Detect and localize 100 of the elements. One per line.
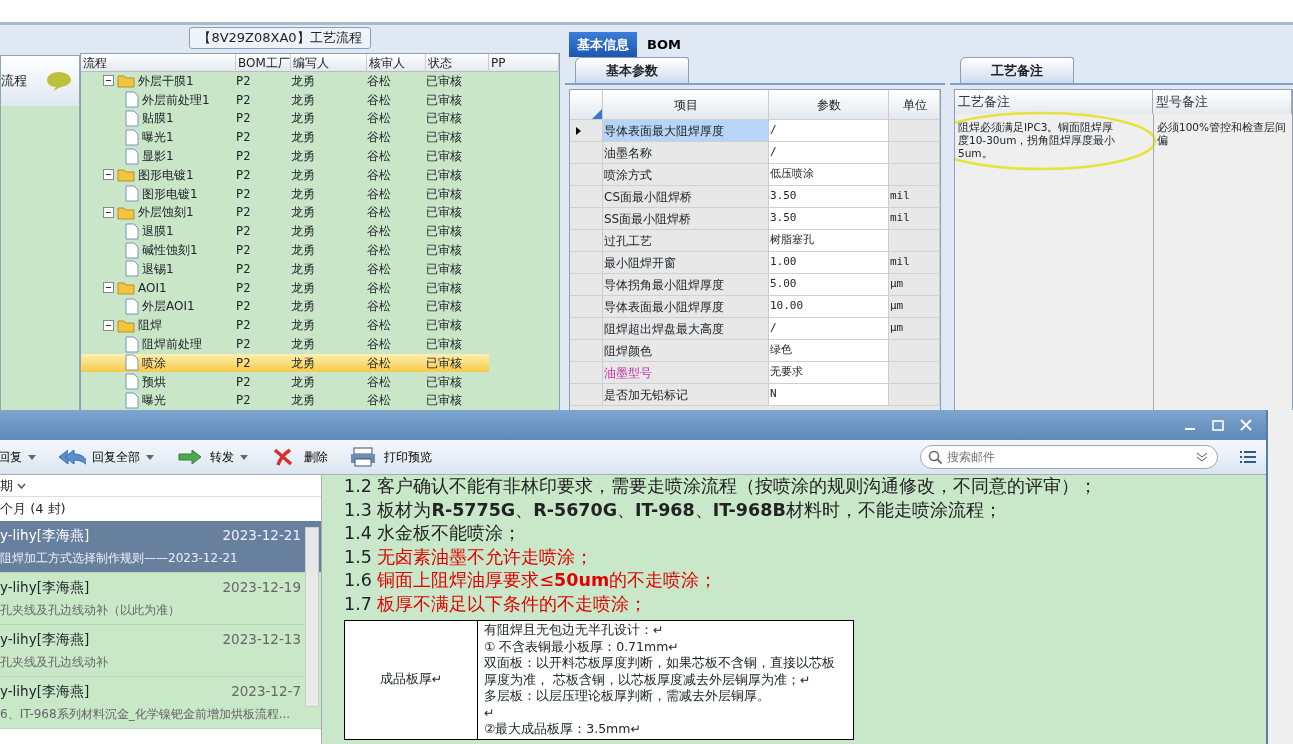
tree-item-label[interactable]: AOI1 bbox=[138, 278, 167, 297]
tree-item-label[interactable]: 喷涂 bbox=[142, 353, 166, 372]
table-cell-text: 龙勇 bbox=[291, 392, 316, 410]
message-item[interactable]: y-lihy[李海燕] 2023-12-21 阻焊加工方式选择制作规则——2023-12-21 bbox=[0, 521, 321, 573]
collapse-icon[interactable] bbox=[103, 206, 114, 218]
message-subject: 孔夹线及孔边线动补（以此为准） bbox=[0, 602, 181, 620]
tree-item-label[interactable]: 曝光1 bbox=[142, 128, 174, 147]
tree-item-label[interactable]: 外层蚀刻1 bbox=[138, 203, 194, 222]
message-date: 2023-12-19 bbox=[222, 578, 301, 597]
table-cell-text: P2 bbox=[236, 392, 252, 410]
table-cell-text: 谷松 bbox=[367, 298, 392, 316]
table-cell-text: P2 bbox=[236, 242, 252, 260]
chevron-down-icon[interactable] bbox=[17, 482, 26, 489]
table-cell-text: 有阻焊且无包边无半孔设计：↵ bbox=[484, 622, 665, 639]
table-cell: / bbox=[769, 120, 889, 141]
document-icon bbox=[125, 185, 139, 203]
table-cell: 谷松 bbox=[367, 353, 426, 372]
search-field[interactable]: 搜索邮件 bbox=[920, 445, 1218, 469]
message-date: 2023-12-13 bbox=[222, 630, 301, 649]
table-cell-text: 龙勇 bbox=[291, 185, 316, 203]
toolbar-button[interactable]: 回复全部 bbox=[58, 446, 154, 468]
column-header: 核审人 bbox=[367, 53, 426, 72]
tree-item-label[interactable]: 曝光 bbox=[142, 391, 166, 410]
body-text: 1.4 水金板不能喷涂； bbox=[344, 522, 523, 545]
toolbar-button[interactable]: 打印预览 bbox=[350, 446, 432, 468]
table-cell-text: 谷松 bbox=[367, 129, 392, 147]
table-cell: 导体表面最大阻焊厚度 bbox=[603, 120, 769, 141]
message-subject: 阻焊加工方式选择制作规则——2023-12-21 bbox=[0, 550, 239, 568]
tree-item-label[interactable]: 图形电镀1 bbox=[142, 184, 198, 203]
arrow-right-icon bbox=[176, 446, 204, 468]
table-cell-text: 已审核 bbox=[426, 373, 463, 391]
table-cell-text: 已审核 bbox=[426, 185, 463, 203]
body-text: 1.3 板材为R-5775G、R-5670G、IT-968、IT-968B材料时，不能走喷涂流程； bbox=[344, 498, 1003, 522]
body-text: 1.2 客户确认不能有非林印要求，需要走喷涂流程（按喷涂的规则沟通修改，不同意的评审）； bbox=[344, 475, 1099, 498]
table-cell-text: P2 bbox=[236, 91, 252, 109]
tab[interactable]: 工艺备注 bbox=[960, 56, 1074, 83]
table-cell: 龙勇 bbox=[291, 353, 367, 372]
table-cell-text: 谷松 bbox=[367, 185, 392, 203]
table-cell-text: 龙勇 bbox=[291, 166, 316, 184]
collapse-icon[interactable] bbox=[103, 75, 114, 87]
tab[interactable]: 基本信息 bbox=[569, 31, 637, 57]
chevron-down-icon[interactable] bbox=[1196, 452, 1208, 462]
table-cell-text: 龙勇 bbox=[291, 260, 316, 278]
table-cell: 10.00 bbox=[769, 296, 889, 317]
collapse-icon[interactable] bbox=[103, 169, 114, 181]
table-cell-text: 龙勇 bbox=[291, 336, 316, 354]
toolbar-button[interactable]: 转发 bbox=[176, 446, 248, 468]
table-cell: 1.00 bbox=[769, 252, 889, 273]
body-text: 1.7 板厚不满足以下条件的不走喷涂； bbox=[344, 592, 649, 616]
printer-icon bbox=[350, 446, 378, 468]
table-cell-text: 已审核 bbox=[426, 91, 463, 109]
tree-item-label[interactable]: 碱性蚀刻1 bbox=[142, 241, 198, 260]
table-cell-text: 已审核 bbox=[426, 336, 463, 354]
table-cell: P2 bbox=[236, 353, 291, 372]
tree-item-label[interactable]: 贴膜1 bbox=[142, 109, 174, 128]
tree-item-label[interactable]: 外层AOI1 bbox=[142, 297, 195, 316]
table-cell: μm bbox=[889, 318, 940, 339]
sender-name: y-lihy[李海燕] bbox=[0, 526, 90, 545]
table-cell-text: 谷松 bbox=[367, 373, 392, 391]
tree-item-label[interactable]: 阻焊前处理 bbox=[142, 335, 202, 354]
message-item[interactable]: y-lihy[李海燕] 2023-12-7 6、IT-968系列材料沉金_化学镍钯金前增加烘板流程... bbox=[0, 677, 321, 729]
tab[interactable]: BOM bbox=[639, 31, 689, 57]
document-icon bbox=[125, 391, 139, 409]
close-icon[interactable] bbox=[1240, 419, 1252, 431]
tab[interactable]: 基本参数 bbox=[575, 56, 689, 83]
tree-item-label[interactable]: 预烘 bbox=[142, 372, 166, 391]
table-cell-text: 谷松 bbox=[367, 204, 392, 222]
tree-item-label[interactable]: 显影1 bbox=[142, 147, 174, 166]
sender-name: y-lihy[李海燕] bbox=[0, 578, 90, 597]
table-cell-text: 谷松 bbox=[367, 392, 392, 410]
search-icon bbox=[928, 450, 942, 464]
table-cell: 绿色 bbox=[769, 340, 889, 361]
tree-item-label[interactable]: 退膜1 bbox=[142, 222, 174, 241]
table-cell-text: ②最大成品板厚：3.5mm↵ bbox=[484, 721, 642, 738]
toolbar-button[interactable]: 删除 bbox=[270, 446, 328, 468]
table-cell-text: 已审核 bbox=[426, 317, 463, 335]
sender-name: y-lihy[李海燕] bbox=[0, 682, 90, 701]
corner-triangle-icon bbox=[592, 109, 602, 119]
tree-item-label[interactable]: 外层前处理1 bbox=[142, 90, 210, 109]
menu-icon[interactable] bbox=[1240, 450, 1256, 464]
message-item[interactable]: y-lihy[李海燕] 2023-12-13 孔夹线及孔边线动补 bbox=[0, 625, 321, 677]
document-icon bbox=[125, 241, 139, 259]
table-cell-text: 谷松 bbox=[367, 336, 392, 354]
message-item[interactable]: y-lihy[李海燕] 2023-12-19 孔夹线及孔边线动补（以此为准） bbox=[0, 573, 321, 625]
table-cell-text: 谷松 bbox=[367, 260, 392, 278]
maximize-icon[interactable] bbox=[1212, 419, 1224, 431]
table-cell-text: 已审核 bbox=[426, 223, 463, 241]
tree-item-label[interactable]: 图形电镀1 bbox=[138, 165, 194, 184]
table-cell-text: 谷松 bbox=[367, 166, 392, 184]
collapse-icon[interactable] bbox=[103, 282, 114, 294]
reply-all-icon bbox=[58, 446, 86, 468]
sort-label[interactable]: 期 bbox=[0, 475, 13, 496]
table-cell: μm bbox=[889, 274, 940, 295]
table-cell-text: ① 不含表铜最小板厚：0.71mm↵ bbox=[484, 638, 680, 655]
tree-item-label[interactable]: 阻焊 bbox=[138, 316, 162, 335]
tree-item-label[interactable]: 外层干膜1 bbox=[138, 71, 194, 90]
table-cell: / bbox=[769, 318, 889, 339]
table-cell-text: P2 bbox=[236, 260, 252, 278]
collapse-icon[interactable] bbox=[103, 319, 114, 331]
tree-item-label[interactable]: 退锡1 bbox=[142, 259, 174, 278]
